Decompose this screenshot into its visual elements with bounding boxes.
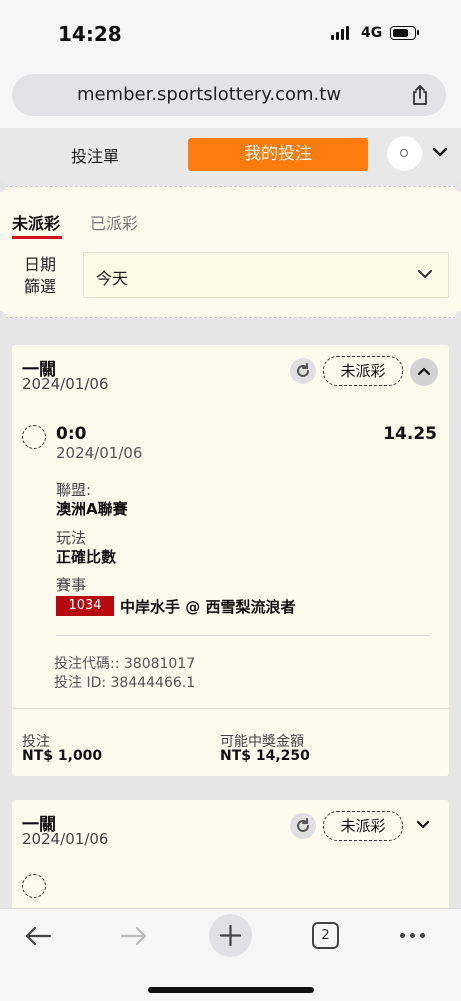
divider xyxy=(0,186,461,187)
chevron-up-icon xyxy=(418,367,430,376)
status-bar: 14:28 4G xyxy=(0,0,461,60)
selection-status-icon xyxy=(22,874,46,898)
bet-code: 投注代碼:: 38081017 xyxy=(54,656,196,672)
share-icon[interactable] xyxy=(408,83,432,107)
tabs-icon[interactable]: 2 xyxy=(312,922,339,949)
divider xyxy=(56,635,430,636)
event-label: 賽事 xyxy=(56,576,87,594)
bet-top-nav: 投注單 我的投注 xyxy=(0,128,461,186)
bet-card: 一關 2024/01/06 未派彩 xyxy=(12,800,449,908)
date-filter-label: 日期篩選 xyxy=(24,255,57,296)
odds: 14.25 xyxy=(383,424,437,444)
more-icon[interactable] xyxy=(400,933,425,938)
address-bar[interactable]: member.sportslottery.com.tw xyxy=(12,74,446,116)
tab-settled[interactable]: 已派彩 xyxy=(90,210,138,234)
refresh-icon xyxy=(297,363,309,377)
divider xyxy=(0,317,461,318)
back-arrow-icon[interactable] xyxy=(24,924,52,948)
status-time: 14:28 xyxy=(58,22,122,46)
ticket-notch xyxy=(0,311,6,323)
selection: 0:0 xyxy=(56,424,87,444)
plus-icon xyxy=(220,925,241,946)
selection-date: 2024/01/06 xyxy=(56,444,143,462)
bet-id: 投注 ID: 38444466.1 xyxy=(54,675,196,691)
battery-icon xyxy=(390,26,419,40)
status-badge: 未派彩 xyxy=(323,811,403,841)
active-tab-indicator xyxy=(12,236,62,239)
chevron-down-icon[interactable] xyxy=(413,818,433,832)
event-code-badge: 1034 xyxy=(56,596,114,616)
new-tab-button[interactable] xyxy=(209,914,252,957)
market-value: 正確比數 xyxy=(56,548,117,566)
gear-icon xyxy=(400,149,408,157)
stake-value: NT$ 1,000 xyxy=(22,748,103,764)
browser-toolbar: 2 xyxy=(0,908,461,1001)
event-name: 中岸水手 @ 西雪梨流浪者 xyxy=(120,598,296,616)
settings-button[interactable] xyxy=(387,136,422,171)
selection-status-icon xyxy=(22,425,46,449)
page-content: 投注單 我的投注 未派彩 已派彩 日期篩選 今天 一關 2024/01/06 未… xyxy=(0,128,461,908)
ticket-notch xyxy=(455,311,461,323)
network-type: 4G xyxy=(361,25,383,41)
tab-betslip[interactable]: 投注單 xyxy=(40,143,150,167)
date-filter-value: 今天 xyxy=(96,269,129,288)
home-indicator xyxy=(148,987,314,993)
tab-unsettled[interactable]: 未派彩 xyxy=(12,210,60,234)
forward-arrow-icon[interactable] xyxy=(120,924,148,948)
refresh-icon xyxy=(297,818,309,832)
divider xyxy=(12,708,449,709)
tab-my-bets[interactable]: 我的投注 xyxy=(188,138,368,171)
bet-card: 一關 2024/01/06 未派彩 0:0 14.25 2024/01/06 聯… xyxy=(12,345,449,776)
bet-date: 2024/01/06 xyxy=(22,830,109,848)
chevron-down-icon[interactable] xyxy=(430,142,450,162)
league-label: 聯盟: xyxy=(56,481,92,499)
market-label: 玩法 xyxy=(56,529,87,547)
filter-section: 未派彩 已派彩 日期篩選 今天 xyxy=(0,180,461,323)
chevron-down-icon xyxy=(418,270,432,278)
payout-value: NT$ 14,250 xyxy=(220,748,310,764)
league-value: 澳洲A聯賽 xyxy=(56,500,128,518)
date-filter-select[interactable]: 今天 xyxy=(83,252,449,298)
refresh-button[interactable] xyxy=(290,358,316,384)
signal-icon xyxy=(331,26,349,40)
bet-date: 2024/01/06 xyxy=(22,375,109,393)
browser-address-area: member.sportslottery.com.tw xyxy=(0,60,461,128)
refresh-button[interactable] xyxy=(290,813,316,839)
status-badge: 未派彩 xyxy=(323,356,403,386)
ticket-notch xyxy=(455,180,461,192)
collapse-card-button[interactable] xyxy=(410,358,438,386)
url-text[interactable]: member.sportslottery.com.tw xyxy=(12,84,406,105)
